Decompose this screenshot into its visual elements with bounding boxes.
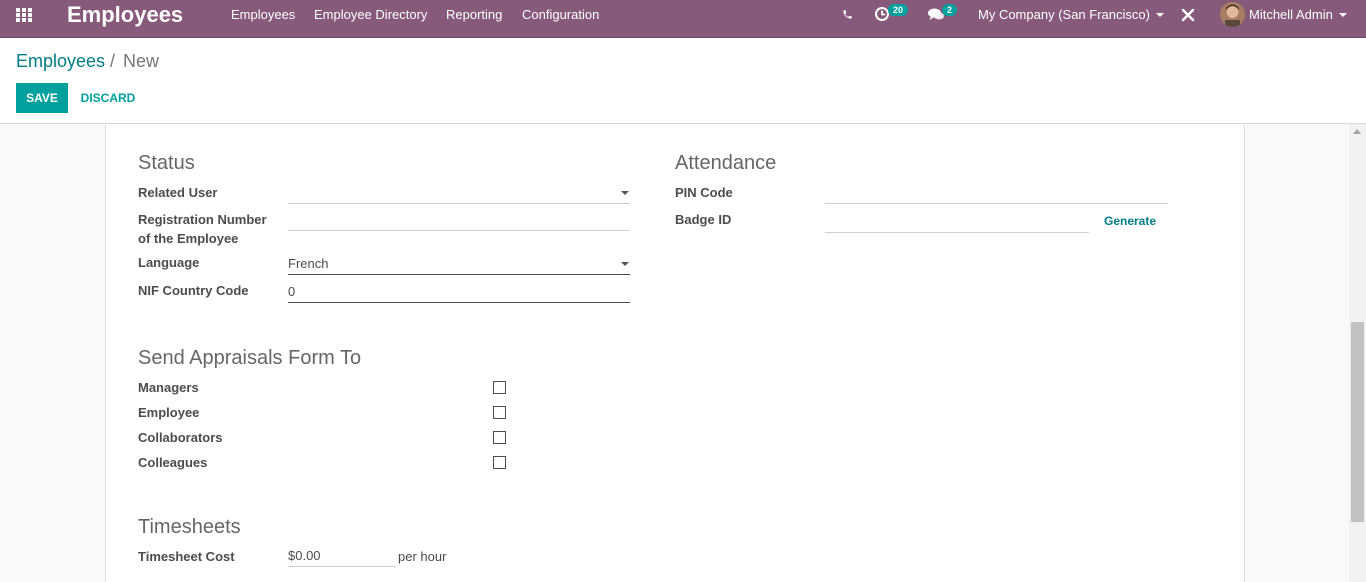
timesheet-cost-field[interactable]: $0.00 (288, 545, 396, 567)
chevron-down-icon (621, 262, 629, 266)
messages-badge: 2 (942, 4, 958, 16)
related-user-label: Related User (138, 185, 218, 200)
save-button[interactable]: SAVE (16, 83, 68, 113)
vertical-scrollbar[interactable] (1349, 124, 1366, 582)
debug-tools-icon[interactable] (1181, 8, 1195, 22)
badge-id-field[interactable] (825, 211, 1089, 233)
status-group-title: Status (138, 152, 195, 174)
nif-country-code-field[interactable]: 0 (288, 281, 630, 303)
colleagues-label: Colleagues (138, 455, 208, 470)
badge-id-label: Badge ID (675, 212, 732, 227)
employee-checkbox[interactable] (493, 406, 506, 419)
colleagues-checkbox[interactable] (493, 456, 506, 469)
collaborators-checkbox[interactable] (493, 431, 506, 444)
registration-number-label-line1: Registration Number (138, 212, 267, 227)
collaborators-label: Collaborators (138, 430, 223, 445)
chevron-down-icon (1155, 12, 1164, 17)
user-avatar[interactable] (1220, 2, 1245, 27)
form-sheet: Status Related User Registration Number … (105, 125, 1245, 582)
breadcrumb-employees[interactable]: Employees (16, 50, 105, 72)
scroll-up-arrow-icon[interactable] (1353, 129, 1361, 134)
breadcrumb-separator: / (110, 51, 116, 71)
user-avatar-image (1220, 2, 1245, 27)
timesheets-group-title: Timesheets (138, 516, 241, 538)
company-name: My Company (San Francisco) (978, 7, 1150, 22)
language-select[interactable]: French (288, 253, 630, 275)
control-panel: Employees / New SAVE DISCARD (0, 38, 1366, 124)
attendance-group-title: Attendance (675, 152, 777, 174)
apps-grid-icon[interactable] (16, 8, 34, 24)
related-user-field[interactable] (288, 182, 630, 204)
language-label: Language (138, 255, 200, 270)
user-name: Mitchell Admin (1249, 7, 1333, 22)
registration-number-field[interactable] (288, 209, 630, 231)
registration-number-label-line2: of the Employee (138, 231, 239, 246)
employee-label: Employee (138, 405, 200, 420)
chevron-down-icon (621, 191, 629, 195)
user-menu[interactable]: Mitchell Admin (1249, 7, 1347, 23)
menu-employees[interactable]: Employees (231, 7, 295, 23)
nif-country-code-label: NIF Country Code (138, 283, 249, 298)
appraisals-group-title: Send Appraisals Form To (138, 347, 362, 369)
pin-code-field[interactable] (825, 182, 1168, 204)
app-brand[interactable]: Employees (67, 2, 183, 28)
activity-badge: 20 (888, 4, 909, 16)
top-navbar: Employees Employees Employee Directory R… (0, 0, 1366, 38)
company-switcher[interactable]: My Company (San Francisco) (978, 7, 1164, 23)
menu-configuration[interactable]: Configuration (522, 7, 599, 23)
phone-icon[interactable] (842, 9, 853, 20)
managers-label: Managers (138, 380, 199, 395)
timesheet-cost-label: Timesheet Cost (138, 549, 235, 564)
managers-checkbox[interactable] (493, 381, 506, 394)
language-value: French (288, 256, 329, 271)
chevron-down-icon (1338, 12, 1347, 17)
menu-reporting[interactable]: Reporting (446, 7, 502, 23)
pin-code-label: PIN Code (675, 185, 733, 200)
discard-button[interactable]: DISCARD (74, 83, 142, 113)
scrollbar-thumb[interactable] (1351, 322, 1364, 522)
breadcrumb-current: New (123, 51, 160, 71)
generate-badge-button[interactable]: Generate (1104, 213, 1156, 229)
timesheet-cost-suffix: per hour (398, 549, 447, 564)
menu-employee-directory[interactable]: Employee Directory (314, 7, 427, 23)
